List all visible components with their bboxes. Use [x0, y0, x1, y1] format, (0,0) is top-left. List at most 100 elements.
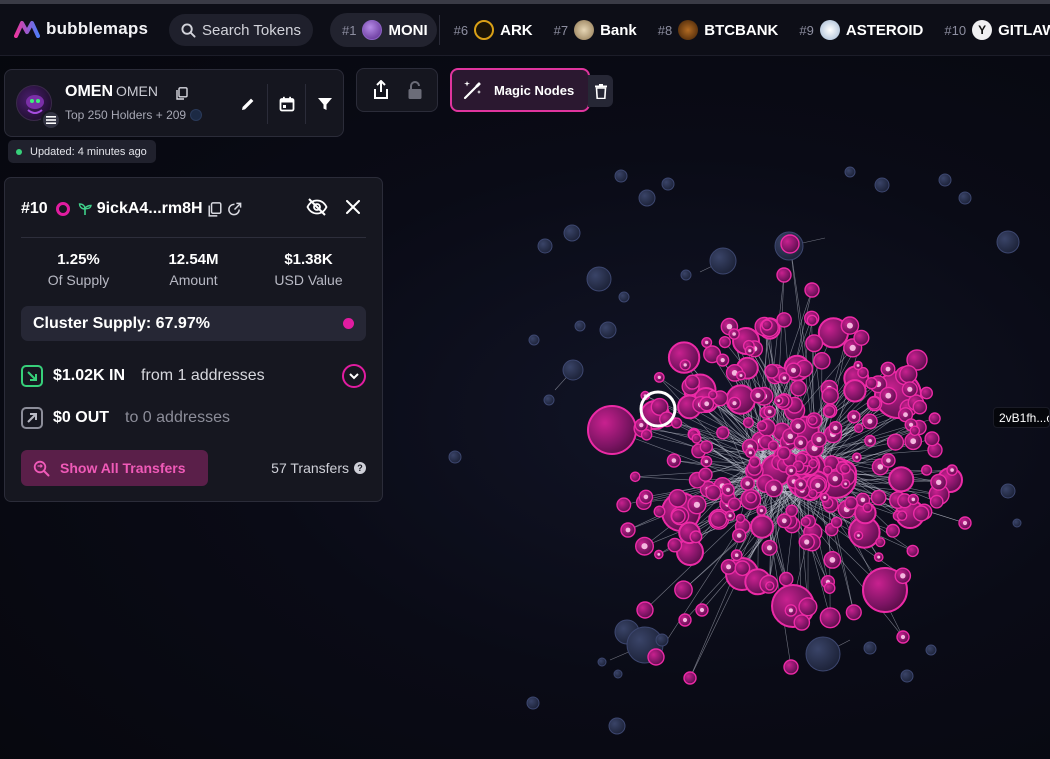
graph-link — [760, 410, 830, 460]
cluster-node — [688, 471, 706, 489]
cluster-node-core — [795, 423, 801, 429]
cluster-node — [780, 234, 800, 254]
graph-link — [756, 483, 766, 488]
cluster-node — [786, 474, 802, 489]
help-icon[interactable]: ? — [354, 462, 366, 474]
stat-label: Of Supply — [47, 272, 110, 288]
graph-link — [644, 471, 791, 611]
selected-node-highlight — [639, 390, 677, 428]
trending-token-moni[interactable]: #1 MONI — [330, 13, 437, 47]
graph-link — [728, 479, 763, 567]
graph-link — [689, 452, 782, 553]
graph-link — [761, 488, 925, 513]
trending-token-btcbank[interactable]: #8 BTCBANK — [646, 13, 788, 47]
outlier-node — [597, 657, 607, 667]
wallet-address[interactable]: 9ickA4...rm8H — [97, 200, 203, 218]
cluster-node-core — [687, 383, 694, 390]
cluster-node — [754, 386, 774, 406]
graph-link — [785, 337, 862, 474]
cluster-node-core — [885, 366, 891, 372]
magic-nodes-button[interactable]: Magic Nodes — [450, 68, 590, 112]
graph-link — [817, 407, 909, 474]
trending-token-asteroid[interactable]: #9 ASTEROID — [787, 13, 932, 47]
cluster-node-core — [767, 409, 772, 414]
copy-icon[interactable] — [176, 87, 188, 100]
graph-link — [677, 489, 815, 499]
cluster-node — [701, 337, 713, 349]
graph-link — [706, 446, 766, 483]
graph-link — [829, 337, 862, 458]
graph-link — [809, 365, 859, 454]
edit-button[interactable] — [229, 84, 267, 124]
search-tokens-input[interactable]: Search Tokens — [169, 14, 313, 46]
cluster-node — [713, 477, 732, 496]
cluster-node — [667, 341, 701, 374]
graph-link — [797, 460, 807, 472]
cluster-node-core — [760, 393, 768, 400]
cluster-node — [742, 339, 755, 352]
outlier-node — [655, 633, 669, 647]
cluster-node — [866, 395, 883, 412]
graph-link — [801, 458, 808, 482]
outlier-node — [638, 189, 656, 207]
graph-link — [706, 446, 823, 469]
cluster-node — [869, 375, 888, 394]
graph-link — [739, 462, 822, 536]
inflow-row[interactable]: $1.02K IN from 1 addresses — [21, 362, 366, 390]
cluster-node-core — [900, 634, 906, 640]
date-range-button[interactable] — [267, 84, 305, 124]
cluster-node — [794, 477, 808, 492]
cluster-node — [930, 473, 948, 491]
share-button[interactable] — [372, 80, 390, 100]
trending-token-gitlaw[interactable]: #10 Y GITLAW — [932, 13, 1050, 47]
external-link-icon[interactable] — [227, 202, 242, 217]
lock-icon[interactable] — [407, 80, 423, 100]
graph-link — [748, 422, 763, 475]
graph-link — [641, 424, 818, 471]
cluster-node-core — [683, 363, 687, 367]
delete-button[interactable] — [588, 75, 613, 107]
cluster-node — [821, 387, 839, 405]
graph-link — [771, 383, 879, 452]
outflow-amount: $0 OUT — [53, 409, 110, 426]
copy-address-icon[interactable] — [208, 201, 222, 217]
graph-link — [700, 404, 757, 459]
cluster-node — [725, 557, 759, 591]
cluster-node-core — [698, 401, 704, 408]
cluster-node — [783, 399, 806, 421]
cluster-node — [740, 476, 755, 491]
outlier-node — [958, 191, 972, 205]
cluster-node-core — [791, 367, 796, 373]
cluster-node — [683, 373, 717, 407]
trending-token-bank[interactable]: #7 Bank — [542, 13, 646, 47]
wallet-stats: 1.25% Of Supply 12.54M Amount $1.38K USD… — [21, 251, 366, 288]
close-icon[interactable] — [346, 200, 360, 214]
cluster-node — [775, 393, 793, 411]
token-title: OMEN OMEN — [65, 83, 158, 101]
graph-link — [785, 462, 913, 552]
graph-link — [644, 462, 752, 547]
cluster-node-core — [704, 401, 710, 407]
filter-button[interactable] — [305, 84, 343, 124]
cluster-node-core — [789, 468, 793, 473]
trending-token-ark[interactable]: #6 ARK — [442, 13, 542, 47]
app-logo[interactable]: bubblemaps — [14, 19, 148, 39]
hide-eye-icon[interactable] — [306, 198, 328, 216]
graph-link — [813, 343, 827, 455]
graph-link — [816, 395, 831, 478]
graph-link — [754, 348, 816, 458]
cluster-supply-row[interactable]: Cluster Supply: 67.97% — [21, 306, 366, 341]
graph-link — [812, 484, 827, 533]
cluster-node — [894, 567, 912, 585]
cluster-node — [792, 459, 809, 476]
cluster-node — [708, 508, 730, 530]
graph-link — [755, 427, 859, 470]
cluster-node — [687, 427, 701, 441]
cluster-node — [874, 371, 922, 419]
show-all-transfers-button[interactable]: Show All Transfers — [21, 450, 208, 486]
trending-tokens: #1 MONI #6 ARK #7 Bank #8 BTCBANK #9 AST… — [330, 12, 1050, 48]
graph-link — [763, 396, 772, 464]
cluster-node-core — [748, 349, 752, 353]
chevron-down-icon[interactable] — [342, 364, 366, 388]
graph-link — [800, 484, 807, 487]
